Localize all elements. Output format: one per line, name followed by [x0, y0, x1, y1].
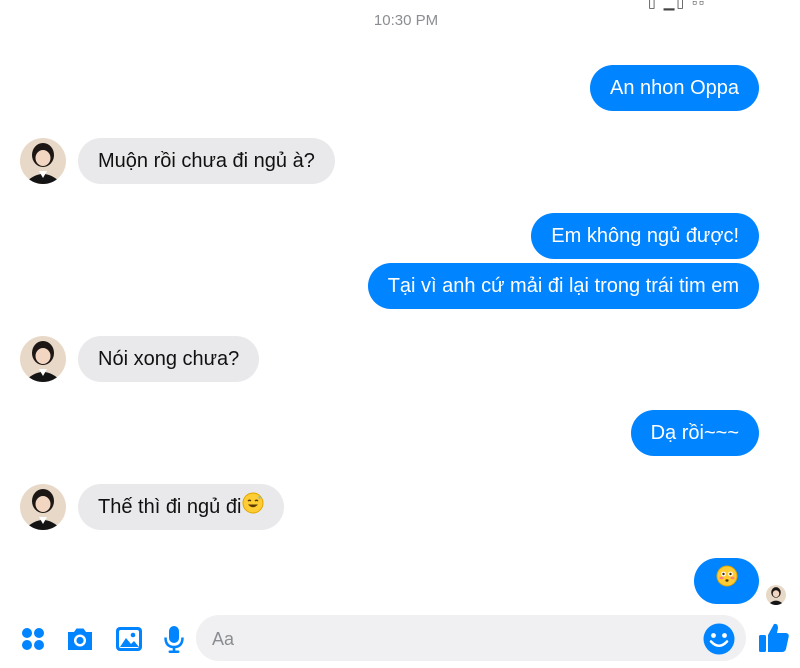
- message-composer: [0, 612, 800, 668]
- incoming-message[interactable]: Thế thì đi ngủ đi: [78, 484, 285, 531]
- incoming-message[interactable]: Nói xong chưa?: [78, 336, 260, 382]
- avatar-photo-icon: [20, 138, 66, 184]
- contact-avatar[interactable]: [20, 138, 66, 184]
- outgoing-message[interactable]: Em không ngủ được!: [531, 213, 759, 259]
- avatar-photo-icon: [20, 336, 66, 382]
- contact-avatar[interactable]: [20, 484, 66, 530]
- message-text: Em không ngủ được!: [551, 225, 739, 247]
- outgoing-message[interactable]: Dạ rồi~~~: [630, 410, 759, 456]
- message-text: Muộn rồi chưa đi ngủ à?: [98, 150, 315, 172]
- smiley-icon[interactable]: [702, 622, 736, 656]
- contact-avatar[interactable]: [20, 336, 66, 382]
- flushed-face-emoji-icon: [715, 559, 739, 605]
- camera-icon[interactable]: [64, 623, 96, 655]
- message-input-box[interactable]: [196, 615, 746, 663]
- apps-grid-icon[interactable]: [17, 623, 49, 655]
- message-input[interactable]: [210, 615, 694, 663]
- message-text: An nhon Oppa: [610, 77, 739, 99]
- smiling-sweat-emoji-icon: [242, 485, 264, 531]
- thumbs-up-icon[interactable]: [756, 620, 792, 656]
- message-timestamp: 10:30 PM: [373, 12, 439, 29]
- outgoing-message[interactable]: Tại vì anh cứ mải đi lại trong trái tim …: [367, 263, 759, 309]
- message-text: Thế thì đi ngủ đi: [98, 496, 242, 518]
- outgoing-message[interactable]: An nhon Oppa: [590, 65, 759, 111]
- avatar-photo-icon: [20, 484, 66, 530]
- gallery-icon[interactable]: [113, 623, 145, 655]
- microphone-icon[interactable]: [158, 623, 190, 655]
- avatar-photo-icon: [766, 585, 786, 605]
- top-partial-glyphs: ▯ ▁▯ ▫▫: [648, 0, 706, 10]
- message-text: Nói xong chưa?: [98, 348, 240, 370]
- outgoing-emoji-message[interactable]: [694, 558, 759, 604]
- message-text: Tại vì anh cứ mải đi lại trong trái tim …: [387, 275, 739, 297]
- read-receipt-avatar: [766, 585, 786, 605]
- incoming-message[interactable]: Muộn rồi chưa đi ngủ à?: [78, 138, 335, 184]
- message-text: Dạ rồi~~~: [650, 422, 739, 444]
